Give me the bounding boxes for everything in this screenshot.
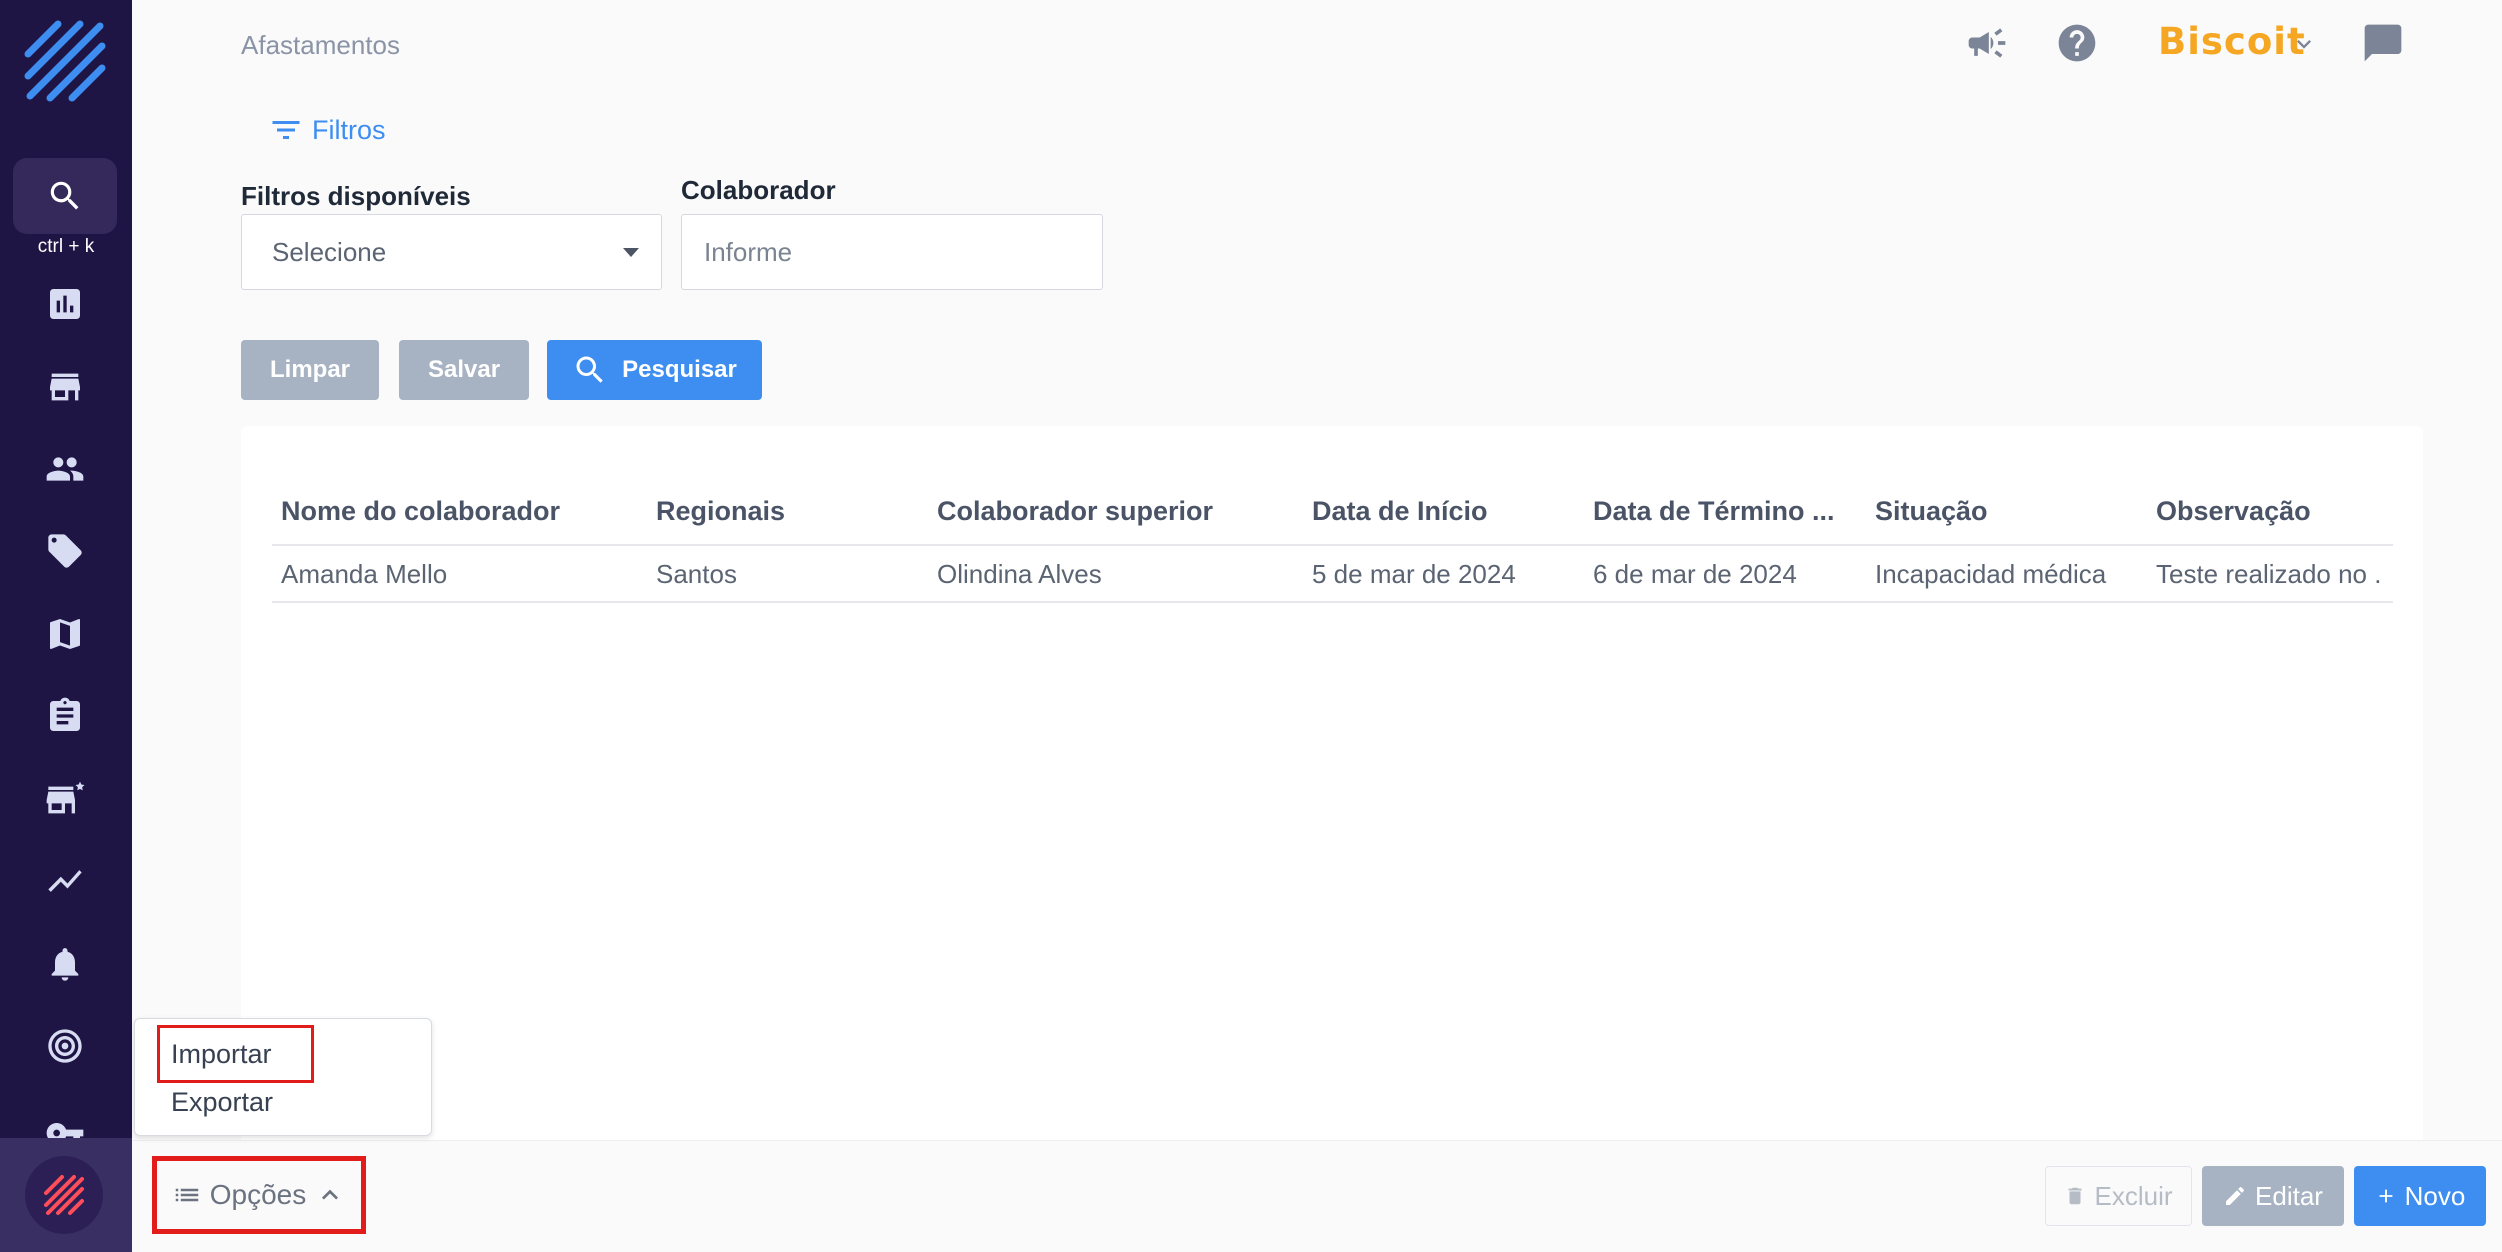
column-header-name[interactable]: Nome do colaborador (281, 496, 560, 527)
filters-toggle-label: Filtros (312, 114, 386, 145)
store-icon (50, 373, 80, 401)
sidebar-item-dashboard[interactable] (42, 281, 88, 327)
sidebar-item-tasks[interactable] (42, 693, 88, 739)
new-button-label: Novo (2404, 1180, 2466, 1211)
save-button[interactable]: Salvar (399, 340, 529, 400)
new-button[interactable]: Novo (2354, 1166, 2486, 1226)
chat-icon (2364, 24, 2402, 62)
chevron-down-icon[interactable] (2290, 30, 2318, 58)
sidebar-item-goals[interactable] (42, 1023, 88, 1069)
table-cell: Olindina Alves (937, 559, 1102, 589)
page-title: Afastamentos (241, 30, 400, 60)
caret-down-icon (623, 248, 639, 257)
help-icon (2058, 24, 2096, 62)
chevron-up-icon (322, 1189, 339, 1200)
trash-icon (2069, 1187, 2082, 1205)
table-cell: Amanda Mello (281, 559, 448, 589)
available-filters-label: Filtros disponíveis (241, 181, 471, 211)
edit-button[interactable]: Editar (2202, 1166, 2344, 1226)
delete-button-label: Excluir (2094, 1180, 2173, 1211)
collaborator-label: Colaborador (681, 175, 836, 205)
people-icon (46, 457, 84, 481)
plus-icon (2379, 1189, 2393, 1203)
filters-toggle[interactable]: Filtros (268, 112, 386, 148)
delete-button[interactable]: Excluir (2045, 1166, 2192, 1226)
global-search-button[interactable] (13, 158, 117, 234)
bell-icon (51, 948, 79, 981)
megaphone-icon (1968, 28, 2006, 58)
brand-mark-icon (44, 1175, 84, 1215)
results-card (241, 426, 2423, 1146)
menu-item-export[interactable]: Exportar (171, 1087, 273, 1118)
search-icon (50, 181, 79, 210)
table-cell: Incapacidad médica (1875, 559, 2107, 589)
sidebar-item-stores[interactable] (42, 364, 88, 410)
column-header-notes[interactable]: Observação (2156, 496, 2311, 527)
target-icon (48, 1029, 82, 1063)
options-button-label: Opções (209, 1179, 307, 1210)
collaborator-input[interactable] (681, 214, 1103, 290)
column-header-end-date[interactable]: Data de Término ... (1593, 496, 1835, 527)
clipboard-icon (50, 697, 80, 731)
column-header-status[interactable]: Situação (1875, 496, 1988, 527)
column-header-start-date[interactable]: Data de Início (1312, 496, 1488, 527)
table-cell: Teste realizado no . (2156, 559, 2382, 589)
trend-icon (48, 870, 82, 892)
list-icon (175, 1188, 198, 1202)
help-button[interactable] (2054, 20, 2100, 66)
search-button-label: Pesquisar (622, 356, 737, 383)
column-header-regions[interactable]: Regionais (656, 496, 785, 527)
announcements-button[interactable] (1964, 20, 2010, 66)
app-logo[interactable] (22, 18, 108, 104)
sidebar-item-featured-stores[interactable] (42, 777, 88, 823)
sidebar-item-tags[interactable] (42, 528, 88, 574)
search-shortcut-hint: ctrl + k (37, 236, 95, 257)
dashboard-icon (50, 289, 80, 319)
search-button[interactable]: Pesquisar (547, 340, 762, 400)
table-header-divider (272, 544, 2393, 546)
edit-button-label: Editar (2255, 1180, 2323, 1211)
filter-icon (272, 121, 300, 139)
sidebar-item-analytics[interactable] (42, 858, 88, 904)
user-avatar[interactable] (25, 1156, 103, 1234)
sidebar-item-notifications[interactable] (42, 941, 88, 987)
options-button[interactable]: Opções (152, 1156, 366, 1234)
store-star-icon (46, 781, 85, 814)
map-icon (50, 619, 80, 649)
sidebar-item-people[interactable] (42, 446, 88, 492)
sidebar-item-map[interactable] (42, 611, 88, 657)
available-filters-value: Selecione (272, 237, 387, 267)
search-icon (576, 356, 603, 383)
column-header-supervisor[interactable]: Colaborador superior (937, 496, 1213, 527)
chat-button[interactable] (2360, 20, 2406, 66)
table-cell: Santos (656, 559, 737, 589)
table-cell: 5 de mar de 2024 (1312, 559, 1516, 589)
tag-icon (48, 534, 82, 568)
table-row-divider (272, 601, 2393, 603)
pencil-icon (2226, 1186, 2245, 1205)
table-cell: 6 de mar de 2024 (1593, 559, 1797, 589)
import-highlight-box (157, 1025, 314, 1083)
clear-button[interactable]: Limpar (241, 340, 379, 400)
available-filters-select[interactable]: Selecione (241, 214, 662, 290)
company-brand-name[interactable]: Biscoit (2158, 20, 2306, 63)
